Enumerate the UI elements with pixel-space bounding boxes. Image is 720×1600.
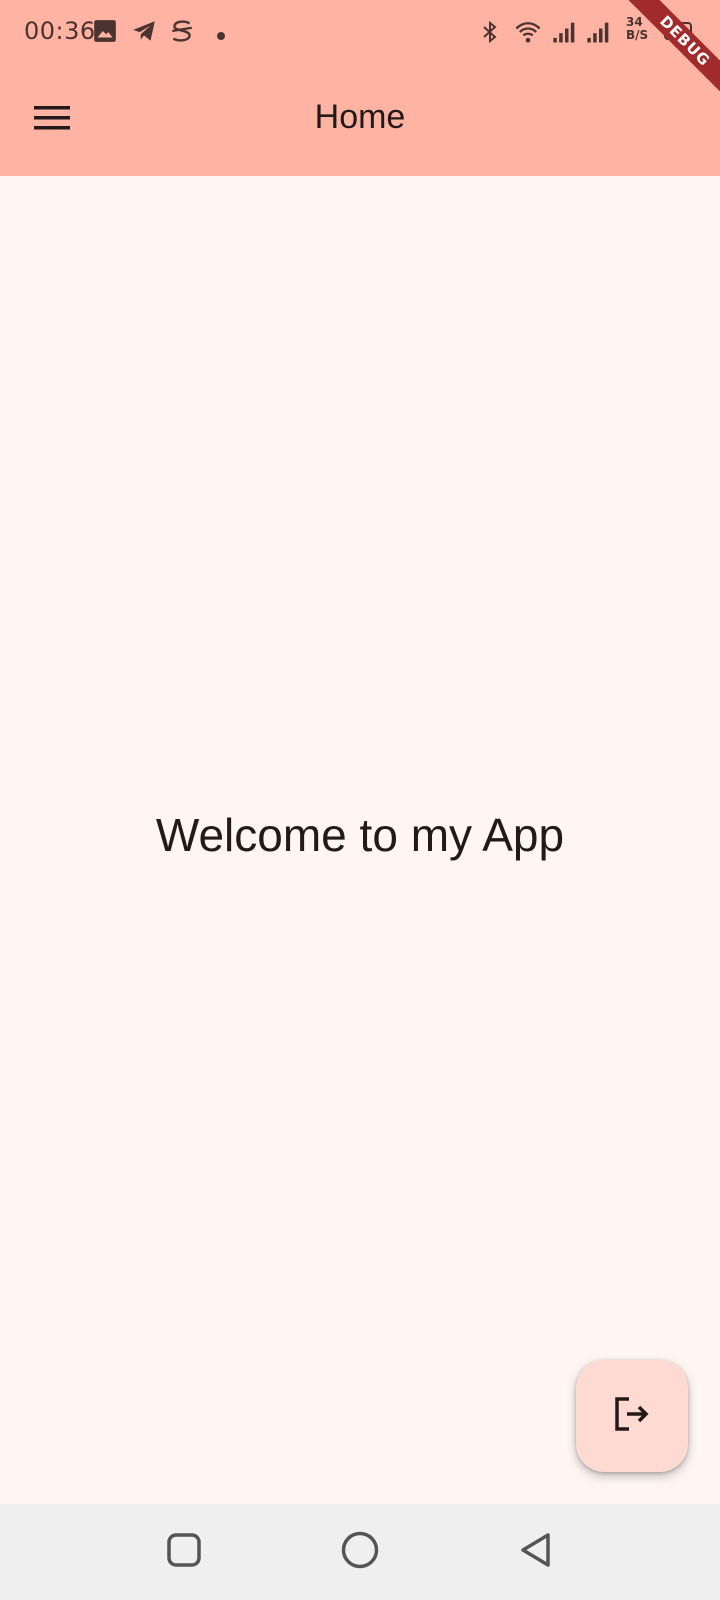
recents-icon: [166, 1532, 202, 1573]
app-s-icon: [168, 18, 196, 49]
logout-button[interactable]: [576, 1360, 688, 1472]
back-icon: [518, 1531, 554, 1574]
main-content: Welcome to my App: [0, 176, 720, 1504]
telegram-icon: [130, 18, 158, 49]
welcome-text: Welcome to my App: [155, 809, 565, 861]
page-title: Home: [314, 98, 406, 136]
home-button[interactable]: [338, 1530, 382, 1574]
gallery-icon: [92, 18, 118, 49]
status-time: 00:36: [24, 17, 96, 45]
battery-icon: 52: [664, 22, 692, 40]
back-button[interactable]: [514, 1530, 558, 1574]
logout-icon: [611, 1393, 653, 1440]
dot-icon: [216, 28, 226, 46]
network-speed-unit: B/S: [626, 28, 649, 42]
recents-button[interactable]: [162, 1530, 206, 1574]
battery-level: 52: [669, 24, 687, 38]
signal-icon: [550, 18, 580, 51]
signal-icon-2: [584, 18, 614, 51]
home-icon: [340, 1530, 380, 1575]
app-bar: Home: [0, 64, 720, 176]
bluetooth-icon: [478, 18, 502, 51]
wifi-icon: [512, 18, 544, 51]
status-bar: 00:36 34 B/S 52: [0, 0, 720, 64]
system-nav-bar: [0, 1504, 720, 1600]
network-speed: 34 B/S: [626, 16, 656, 42]
